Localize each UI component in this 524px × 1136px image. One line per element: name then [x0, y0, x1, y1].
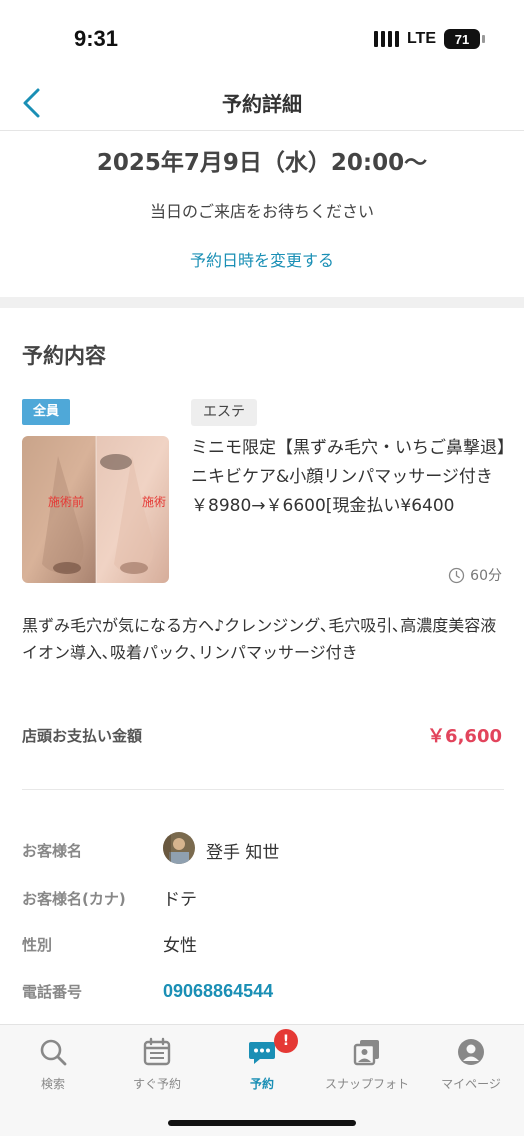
calendar-icon [143, 1037, 171, 1066]
tab-label: スナップフォト [324, 1077, 409, 1091]
tab-label: マイページ [441, 1077, 501, 1091]
search-icon [40, 1039, 67, 1066]
notification-badge: ! [274, 1029, 298, 1053]
reservation-summary: 2025年7月9日（水）20:00〜 当日のご来店をお待ちください 予約日時を変… [0, 131, 524, 297]
duration: 60分 [448, 565, 502, 585]
payment-amount: ￥6,600 [427, 726, 502, 747]
status-bar: 9:31 LTE 71 [0, 0, 524, 78]
visit-message: 当日のご来店をお待ちください [149, 202, 374, 221]
user-icon [458, 1039, 484, 1065]
menu-photo: 施術前 施術 [22, 436, 169, 583]
chat-icon [249, 1042, 275, 1064]
gender-value: 女性 [163, 936, 197, 956]
change-datetime-link[interactable]: 予約日時を変更する [0, 247, 524, 271]
tab-quick-booking[interactable]: すぐ予約 [105, 1037, 209, 1097]
status-time: 9:31 [74, 26, 119, 51]
customer-kana-value: ドテ [163, 890, 197, 910]
network-label: LTE [406, 30, 436, 47]
battery-level: 71 [454, 31, 470, 47]
tab-label: すぐ予約 [132, 1077, 181, 1091]
divider [22, 789, 504, 790]
status-indicators: LTE 71 [373, 29, 485, 49]
photo-label-after: 施術 [142, 495, 166, 509]
photos-icon [353, 1040, 379, 1066]
tab-label: 検索 [40, 1077, 65, 1091]
target-badge: 全員 [22, 399, 70, 425]
tab-snap-photo[interactable]: スナップフォト [315, 1037, 419, 1097]
category-tag: エステ [191, 399, 257, 426]
navigation-bar: 予約詳細 [0, 78, 524, 131]
reservation-date: 2025年7月9日（水）20:00〜 [96, 150, 428, 176]
customer-kana-label: お客様名(カナ) [22, 890, 126, 908]
tab-label: 予約 [249, 1077, 274, 1091]
tab-my-page[interactable]: マイページ [419, 1037, 523, 1097]
signal-icon [373, 31, 399, 47]
payment-label: 店頭お支払い金額 [22, 727, 143, 745]
clock-icon [449, 567, 465, 583]
section-separator [0, 297, 524, 308]
section-title: 予約内容 [22, 344, 106, 368]
menu-name: ミニモ限定【黒ずみ毛穴・いちご鼻撃退】ニキビケア&小顔リンパマッサージ付き￥89… [191, 438, 506, 516]
gender-label: 性別 [22, 936, 53, 954]
phone-link[interactable]: 09068864544 [163, 981, 273, 1002]
phone-label: 電話番号 [22, 983, 83, 1001]
customer-name-value: 登手 知世 [206, 843, 280, 863]
menu-description: 黒ずみ毛穴が気になる方へ♪クレンジング､毛穴吸引､高濃度美容液イオン導入､吸着パ… [22, 616, 497, 662]
page-title: 予約詳細 [222, 92, 302, 116]
avatar [163, 832, 195, 864]
tab-search[interactable]: 検索 [1, 1037, 105, 1097]
photo-label-before: 施術前 [48, 494, 84, 509]
battery-icon: 71 [444, 29, 485, 49]
customer-name-label: お客様名 [22, 842, 83, 860]
duration-value: 60分 [470, 568, 502, 584]
home-indicator [168, 1120, 356, 1126]
tab-reservations[interactable]: ! 予約 [210, 1029, 314, 1097]
